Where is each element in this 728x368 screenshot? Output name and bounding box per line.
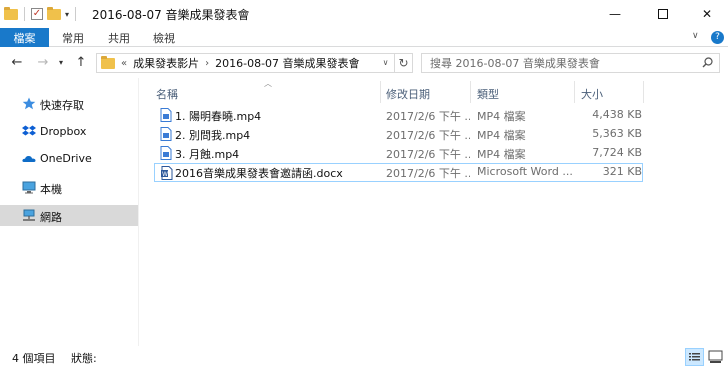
word-document-icon: W (161, 166, 173, 180)
folder-icon (101, 55, 115, 69)
file-size: 4,438 KB (592, 108, 642, 121)
file-size: 321 KB (602, 165, 642, 178)
file-name: 3. 月蝕.mp4 (175, 148, 240, 161)
quick-access-toolbar: ✓ ▾ (4, 6, 78, 22)
star-icon (22, 97, 36, 110)
file-modified: 2017/2/6 下午 ... (386, 129, 470, 142)
computer-icon (22, 181, 36, 194)
nav-item-label: Dropbox (40, 125, 87, 138)
search-box[interactable] (421, 53, 720, 73)
nav-item-label: 快速存取 (40, 99, 84, 112)
file-modified: 2017/2/6 下午 ... (386, 110, 470, 123)
video-file-icon (160, 108, 172, 122)
file-type: MP4 檔案 (477, 110, 526, 123)
maximize-icon (658, 9, 668, 19)
details-view-button[interactable] (685, 348, 704, 366)
column-divider[interactable] (574, 81, 575, 103)
search-icon[interactable] (702, 57, 713, 68)
nav-item-label: 網路 (40, 211, 62, 224)
nav-item-onedrive[interactable]: OneDrive (0, 148, 138, 169)
search-input[interactable] (430, 55, 695, 71)
refresh-icon[interactable]: ↻ (394, 54, 412, 72)
tab-home[interactable]: 常用 (62, 28, 84, 47)
properties-checkbox-icon[interactable]: ✓ (31, 8, 43, 20)
status-bar: 4 個項目 狀態: (0, 346, 728, 368)
file-row[interactable]: 1. 陽明春曉.mp4 2017/2/6 下午 ... MP4 檔案 4,438… (154, 106, 643, 125)
network-icon (23, 209, 35, 221)
toolbar-divider (75, 7, 77, 21)
nav-item-this-pc[interactable]: 本機 (0, 177, 138, 198)
column-header-modified[interactable]: 修改日期 (386, 83, 472, 105)
file-modified: 2017/2/6 下午 ... (386, 148, 470, 161)
window-title: 2016-08-07 音樂成果發表會 (92, 8, 250, 22)
file-size: 7,724 KB (592, 146, 642, 159)
column-divider[interactable] (643, 81, 644, 103)
help-icon[interactable]: ? (711, 31, 724, 44)
expand-ribbon-icon[interactable]: ∨ (692, 31, 699, 41)
new-folder-icon[interactable] (47, 6, 61, 20)
close-icon: ✕ (701, 7, 713, 21)
forward-arrow-icon[interactable]: → (35, 55, 51, 71)
folder-icon[interactable] (4, 6, 18, 20)
tab-view[interactable]: 檢視 (153, 28, 175, 47)
column-divider[interactable] (470, 81, 471, 103)
svg-text:W: W (162, 171, 168, 178)
tab-file[interactable]: 檔案 (0, 28, 49, 47)
nav-item-label: OneDrive (40, 152, 92, 165)
nav-item-dropbox[interactable]: Dropbox (0, 121, 138, 142)
navigation-pane: 快速存取 Dropbox OneDrive 本機 網路 (0, 78, 139, 346)
status-label: 狀態: (71, 352, 97, 365)
column-header-type[interactable]: 類型 (477, 83, 577, 105)
file-name: 2. 別問我.mp4 (175, 129, 251, 142)
breadcrumb-segment[interactable]: 2016-08-07 音樂成果發表會 (215, 55, 359, 71)
file-size: 5,363 KB (592, 127, 642, 140)
customize-dropdown-icon[interactable]: ▾ (65, 10, 69, 19)
file-name: 2016音樂成果發表會邀請函.docx (175, 167, 343, 180)
file-row[interactable]: 2. 別問我.mp4 2017/2/6 下午 ... MP4 檔案 5,363 … (154, 125, 643, 144)
breadcrumb-segment[interactable]: 成果發表影片 (133, 55, 199, 71)
details-view-icon (689, 353, 700, 361)
large-icons-view-icon (708, 350, 723, 363)
maximize-button[interactable] (640, 0, 686, 28)
file-type: MP4 檔案 (477, 129, 526, 142)
ribbon-tabs: 檔案 常用 共用 檢視 ∨ ? (0, 28, 728, 47)
address-bar[interactable]: « 成果發表影片 › 2016-08-07 音樂成果發表會 ∨ ↻ (96, 53, 413, 73)
file-type: Microsoft Word ... (477, 165, 573, 178)
navigation-pane-splitter[interactable] (138, 78, 139, 346)
toolbar-divider (24, 7, 25, 21)
video-file-icon (160, 127, 172, 141)
recent-locations-chevron-icon[interactable]: ▾ (53, 55, 69, 71)
file-name: 1. 陽明春曉.mp4 (175, 110, 262, 123)
breadcrumb-separator-icon[interactable]: › (205, 58, 209, 69)
file-row[interactable]: W 2016音樂成果發表會邀請函.docx 2017/2/6 下午 ... Mi… (154, 163, 643, 182)
minimize-icon: — (609, 7, 621, 21)
column-divider[interactable] (380, 81, 381, 103)
file-modified: 2017/2/6 下午 ... (386, 167, 470, 180)
large-icons-view-button[interactable] (706, 348, 725, 366)
column-header-name[interactable]: 名稱 (156, 83, 382, 105)
onedrive-cloud-icon (22, 155, 36, 162)
dropbox-icon (22, 125, 36, 136)
nav-item-network[interactable]: 網路 (0, 205, 138, 226)
navigation-row: ← → ▾ ↑ « 成果發表影片 › 2016-08-07 音樂成果發表會 ∨ … (0, 48, 728, 78)
address-overflow-icon[interactable]: « (121, 58, 127, 69)
address-history-dropdown-icon[interactable]: ∨ (376, 54, 394, 72)
close-button[interactable]: ✕ (684, 0, 728, 28)
file-row[interactable]: 3. 月蝕.mp4 2017/2/6 下午 ... MP4 檔案 7,724 K… (154, 144, 643, 163)
nav-item-quick-access[interactable]: 快速存取 (0, 93, 138, 114)
back-arrow-icon[interactable]: ← (9, 55, 25, 71)
minimize-button[interactable]: — (592, 0, 638, 28)
title-bar: ✓ ▾ 2016-08-07 音樂成果發表會 — ✕ (0, 0, 728, 28)
tab-share[interactable]: 共用 (108, 28, 130, 47)
nav-item-label: 本機 (40, 183, 62, 196)
up-arrow-icon[interactable]: ↑ (73, 55, 89, 71)
file-list: ︿ 名稱 修改日期 類型 大小 1. 陽明春曉.mp4 2017/2/6 下午 … (146, 78, 728, 346)
video-file-icon (160, 146, 172, 160)
column-header-size[interactable]: 大小 (581, 83, 641, 105)
file-type: MP4 檔案 (477, 148, 526, 161)
item-count: 4 個項目 (12, 352, 56, 365)
